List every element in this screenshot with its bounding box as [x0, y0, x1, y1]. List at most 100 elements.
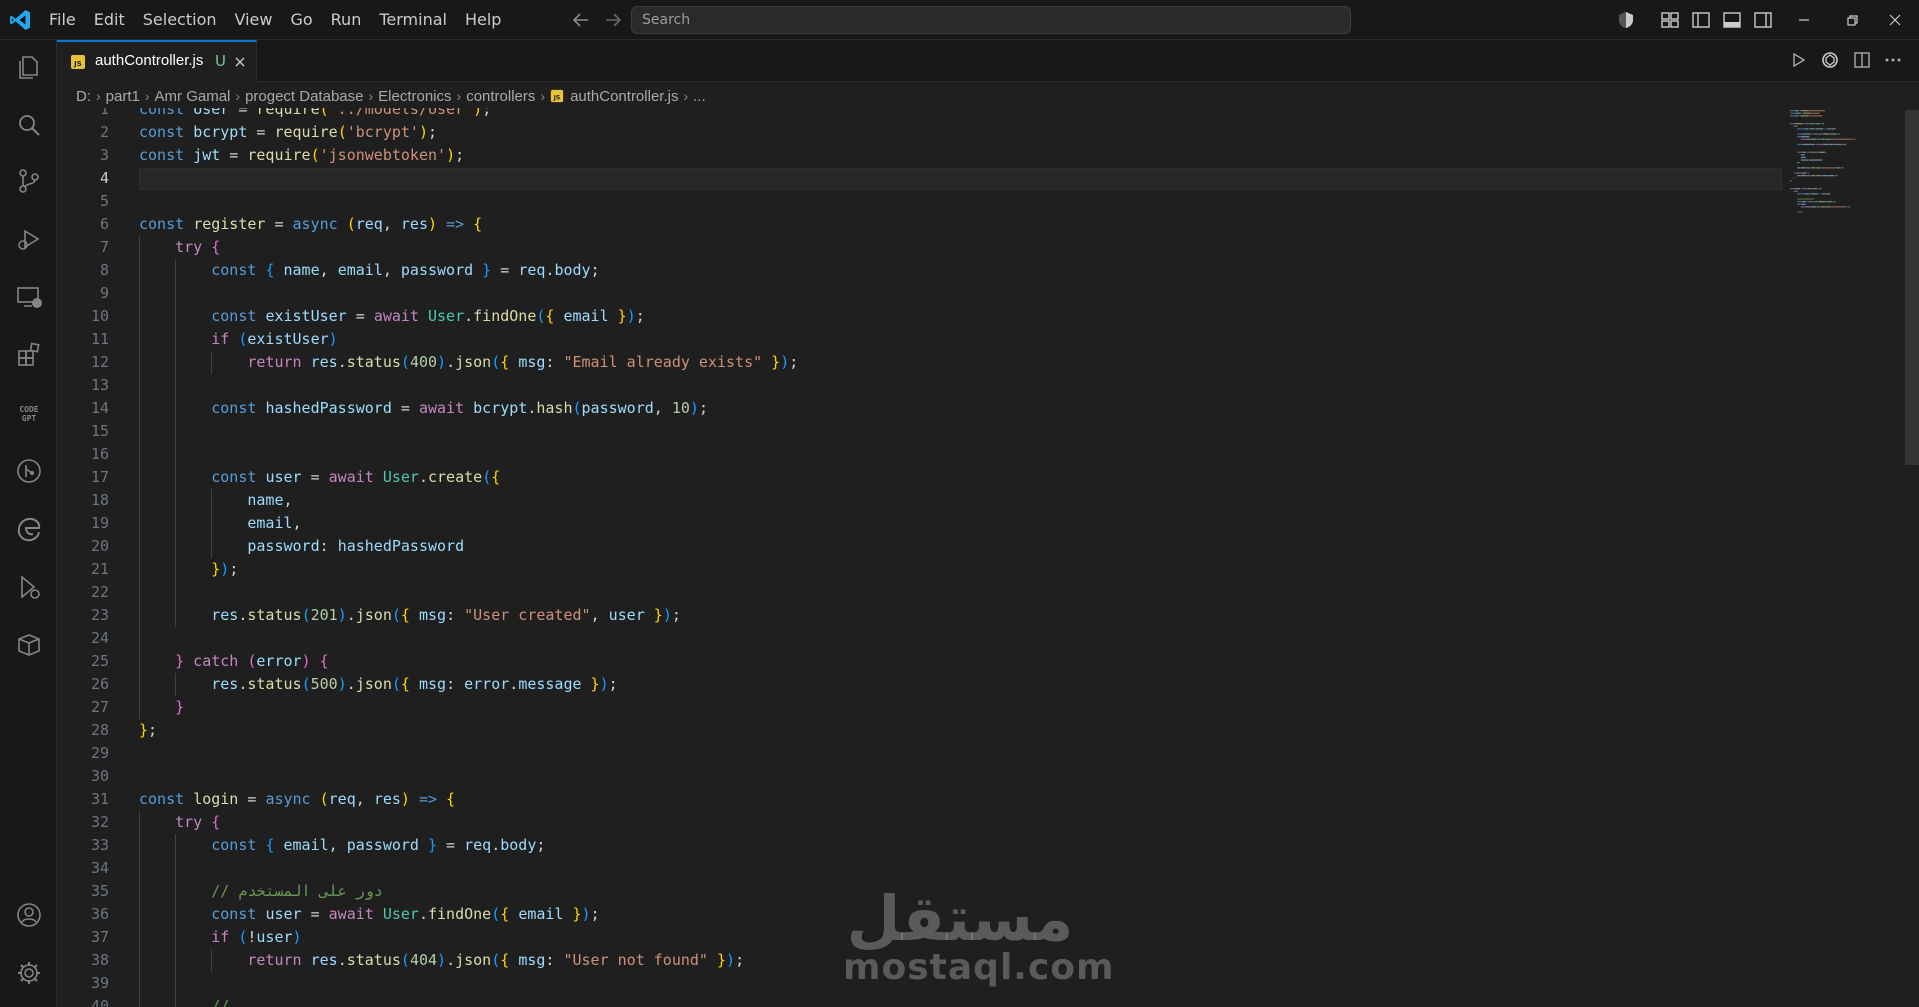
code-line[interactable]: 21 }); — [57, 558, 1857, 581]
settings-gear-icon[interactable] — [14, 958, 44, 988]
line-number: 11 — [90, 330, 109, 348]
split-editor-icon[interactable] — [1852, 50, 1872, 70]
code-token: ; — [635, 307, 645, 325]
minimap-line — [1835, 128, 1836, 130]
code-line[interactable]: 19 email, — [57, 512, 1857, 535]
source-control-icon[interactable] — [14, 166, 44, 196]
code-token: bcrypt — [473, 399, 528, 417]
code-line[interactable]: 22 — [57, 581, 1857, 604]
minimap-line — [1841, 167, 1843, 169]
minimap-line — [1822, 167, 1835, 169]
menu-help[interactable]: Help — [456, 0, 510, 40]
close-window-icon[interactable] — [1883, 8, 1907, 32]
code-line[interactable]: 13 — [57, 374, 1857, 397]
breadcrumb-item[interactable]: authController.js — [570, 88, 678, 105]
minimap-line — [1802, 128, 1805, 130]
code-line[interactable]: 31 const login = async (req, res) => { — [57, 788, 1857, 811]
minimap-line — [1806, 172, 1808, 174]
menu-edit[interactable]: Edit — [85, 0, 134, 40]
remote-explorer-icon[interactable] — [14, 282, 44, 312]
code-token: res — [310, 951, 338, 969]
code-line[interactable]: 10 const existUser = await User.findOne(… — [57, 305, 1857, 328]
code-line[interactable]: 20 password: hashedPassword — [57, 535, 1857, 558]
explorer-files-icon[interactable] — [14, 52, 44, 82]
minimap-line — [1838, 133, 1840, 135]
breadcrumb-item[interactable]: controllers — [466, 88, 535, 105]
minimap-line — [1835, 175, 1836, 177]
code-line[interactable]: 15 — [57, 420, 1857, 443]
code-line[interactable]: 34 — [57, 857, 1857, 880]
code-line[interactable]: 9 — [57, 282, 1857, 305]
close-icon[interactable] — [232, 54, 248, 70]
menu-go[interactable]: Go — [281, 0, 321, 40]
code-line[interactable]: 8 const { name, email, password } = req.… — [57, 259, 1857, 282]
code-line[interactable]: 7 try { — [57, 236, 1857, 259]
tab-authcontroller[interactable]: JS authController.js U — [57, 40, 257, 82]
code-line[interactable]: 25 } catch (error) { — [57, 650, 1857, 673]
extensions-icon[interactable] — [14, 340, 44, 370]
code-line[interactable]: 6 const register = async (req, res) => { — [57, 213, 1857, 236]
accounts-icon[interactable] — [14, 900, 44, 930]
containers-box-icon[interactable] — [14, 630, 44, 660]
code-token: { — [310, 652, 329, 670]
breadcrumb-item[interactable]: ... — [693, 88, 706, 105]
code-line[interactable]: 18 name, — [57, 489, 1857, 512]
minimap[interactable] — [1790, 108, 1890, 228]
openai-chat-icon[interactable] — [1820, 50, 1840, 70]
breadcrumb-item[interactable]: Amr Gamal — [155, 88, 231, 105]
menu-terminal[interactable]: Terminal — [370, 0, 456, 40]
code-line[interactable]: 3 const jwt = require('jsonwebtoken'); — [57, 144, 1857, 167]
code-line[interactable]: 1 const User = require('../models/User'); — [57, 108, 1857, 121]
code-line[interactable]: 12 return res.status(400).json({ msg: "E… — [57, 351, 1857, 374]
menu-run[interactable]: Run — [322, 0, 371, 40]
customize-layout-icon[interactable] — [1660, 10, 1680, 30]
code-line[interactable]: 14 const hashedPassword = await bcrypt.h… — [57, 397, 1857, 420]
run-code-icon[interactable] — [1788, 50, 1808, 70]
search-icon[interactable] — [14, 110, 44, 140]
code-line[interactable]: 40 // ... — [57, 995, 1857, 1007]
search-input[interactable] — [642, 10, 1242, 30]
menu-file[interactable]: File — [40, 0, 85, 40]
code-line[interactable]: 26 res.status(500).json({ msg: error.mes… — [57, 673, 1857, 696]
code-line[interactable]: 33 const { email, password } = req.body; — [57, 834, 1857, 857]
toggle-primary-sidebar-icon[interactable] — [1691, 10, 1711, 30]
code-line[interactable]: 29 — [57, 742, 1857, 765]
breadcrumb-item[interactable]: D: — [76, 88, 91, 105]
run-debug-icon[interactable] — [14, 224, 44, 254]
breadcrumb-item[interactable]: progect Database — [245, 88, 363, 105]
code-line[interactable]: 17 const user = await User.create({ — [57, 466, 1857, 489]
arrow-left-icon[interactable] — [569, 8, 593, 32]
code-token: email — [563, 307, 609, 325]
code-line[interactable]: 32 try { — [57, 811, 1857, 834]
code-line[interactable]: 2 const bcrypt = require('bcrypt'); — [57, 121, 1857, 144]
code-editor[interactable]: 1 const User = require('../models/User');… — [57, 108, 1900, 1007]
code-line[interactable]: 28}; — [57, 719, 1857, 742]
breadcrumb-item[interactable]: part1 — [106, 88, 140, 105]
scrollbar-thumb[interactable] — [1905, 110, 1919, 465]
testing-icon[interactable] — [14, 572, 44, 602]
toggle-panel-icon[interactable] — [1722, 10, 1742, 30]
breadcrumb-item[interactable]: Electronics — [378, 88, 451, 105]
code-line[interactable]: 5 — [57, 190, 1857, 213]
minimize-icon[interactable] — [1792, 8, 1816, 32]
accounts-shield-icon[interactable] — [1616, 10, 1636, 30]
edge-devtools-icon[interactable] — [14, 514, 44, 544]
code-line[interactable]: 27 } — [57, 696, 1857, 719]
code-line[interactable]: 16 — [57, 443, 1857, 466]
more-actions-icon[interactable] — [1883, 50, 1903, 70]
minimap-line — [1808, 188, 1809, 190]
minimap-line — [1807, 201, 1809, 203]
command-center-search[interactable] — [631, 6, 1351, 34]
git-graph-icon[interactable] — [14, 456, 44, 486]
code-line[interactable]: 30 — [57, 765, 1857, 788]
code-line[interactable]: 23 res.status(201).json({ msg: "User cre… — [57, 604, 1857, 627]
code-line[interactable]: 24 — [57, 627, 1857, 650]
toggle-secondary-sidebar-icon[interactable] — [1753, 10, 1773, 30]
restore-icon[interactable] — [1840, 8, 1864, 32]
codegpt-icon[interactable]: CODEGPT — [14, 398, 44, 428]
code-line[interactable]: 11 if (existUser) — [57, 328, 1857, 351]
menu-view[interactable]: View — [226, 0, 282, 40]
code-line[interactable]: 4 — [57, 167, 1857, 190]
menu-selection[interactable]: Selection — [134, 0, 226, 40]
arrow-right-icon[interactable] — [601, 8, 625, 32]
